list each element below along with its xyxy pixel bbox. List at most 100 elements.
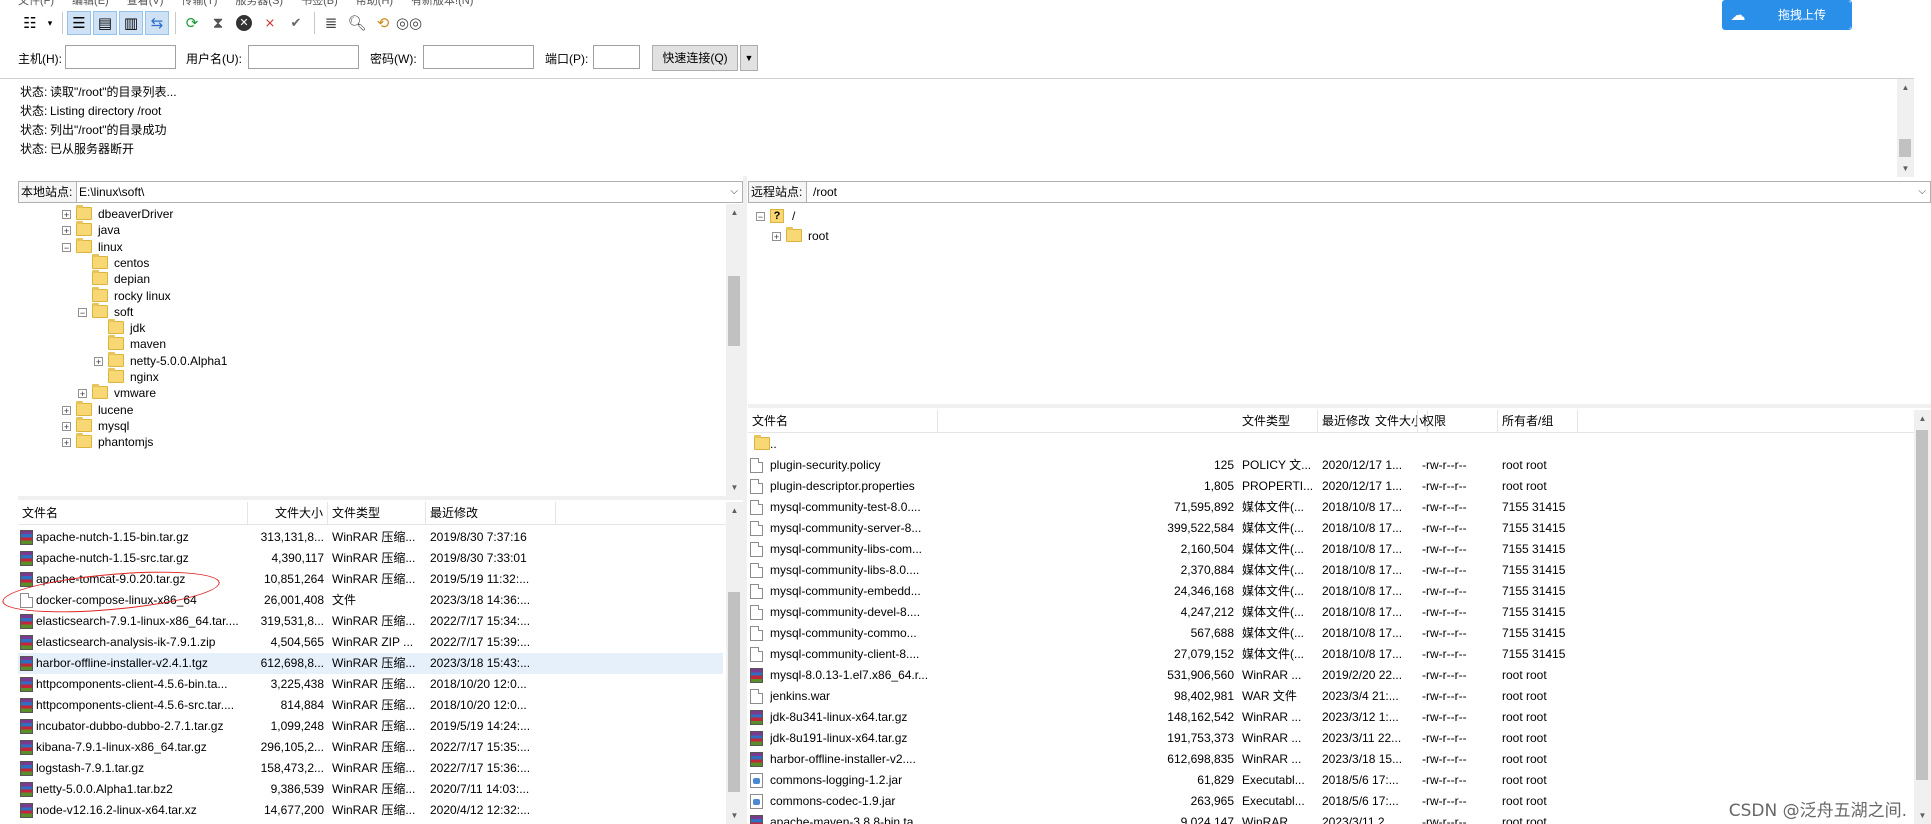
local-directory-tree[interactable]: ▲ ▼ + dbeaverDriver + java − linux centos depia… — [18, 204, 743, 496]
expand-icon[interactable]: + — [78, 389, 87, 399]
log-scrollbar[interactable]: ▲ ▼ — [1897, 79, 1914, 177]
site-manager-icon[interactable]: ☷ — [18, 11, 42, 35]
scroll-down-icon[interactable]: ▼ — [726, 479, 743, 496]
filter-icon[interactable]: ⧗ — [206, 11, 230, 35]
file-row[interactable]: elasticsearch-analysis-ik-7.9.1.zip 4,504… — [18, 632, 723, 653]
col-filetype[interactable]: 文件类型 — [328, 502, 426, 524]
file-row[interactable]: commons-logging-1.2.jar 61,829 Executabl..… — [748, 770, 1911, 791]
sync-browse-icon[interactable]: ⟲ — [371, 11, 395, 35]
local-tree-scrollbar[interactable]: ▲ ▼ — [726, 204, 743, 496]
disconnect-icon[interactable]: ⨯ — [258, 11, 282, 35]
scroll-thumb[interactable] — [728, 276, 740, 346]
menu-item[interactable]: 文件(F) — [18, 0, 54, 7]
col-modified[interactable]: 最近修改 — [426, 502, 556, 524]
file-row[interactable]: mysql-community-server-8... 399,522,584 媒体… — [748, 518, 1911, 539]
remote-splitter[interactable] — [748, 404, 1931, 408]
file-row[interactable]: plugin-security.policy 125 POLICY 文... 2020… — [748, 455, 1911, 476]
dropdown-arrow-icon[interactable]: ▾ — [44, 11, 56, 35]
file-row[interactable]: mysql-community-commo... 567,688 媒体文件(... 2… — [748, 623, 1911, 644]
col-filetype[interactable]: 文件类型 — [1238, 410, 1318, 432]
file-row[interactable]: mysql-community-devel-8.... 4,247,212 媒体文件… — [748, 602, 1911, 623]
username-input[interactable] — [248, 45, 359, 69]
reconnect-icon[interactable]: ✔ — [284, 11, 308, 35]
file-row[interactable]: mysql-community-libs-com... 2,160,504 媒体文件… — [748, 539, 1911, 560]
file-row[interactable]: harbor-offline-installer-v2.... 612,698,8… — [748, 749, 1911, 770]
compare-icon[interactable]: ≣ — [319, 11, 343, 35]
file-row[interactable]: apache-nutch-1.15-bin.tar.gz 313,131,8...… — [18, 527, 723, 548]
col-filesize[interactable]: 文件大小 — [248, 502, 328, 524]
tree-node[interactable]: + phantomjs — [18, 432, 578, 452]
file-row[interactable]: mysql-community-client-8.... 27,079,152 媒体… — [748, 644, 1911, 665]
collapse-icon[interactable]: − — [78, 307, 87, 317]
expand-icon[interactable]: + — [62, 210, 71, 220]
host-input[interactable] — [65, 45, 176, 69]
file-row[interactable]: .. — [748, 434, 1911, 455]
search-icon[interactable]: 🔍︎ — [345, 11, 369, 35]
scroll-down-icon[interactable]: ▼ — [1914, 807, 1931, 824]
find-files-icon[interactable]: ◎◎ — [396, 11, 422, 35]
toggle-remote-tree-icon[interactable]: ▥ — [119, 11, 143, 35]
chevron-down-icon[interactable]: ⌵ — [1918, 182, 1926, 202]
scroll-down-icon[interactable]: ▼ — [1897, 160, 1914, 177]
col-permissions[interactable]: 权限 — [1418, 410, 1498, 432]
remote-site-path[interactable]: /root — [813, 182, 837, 202]
col-filename[interactable]: 文件名 — [748, 410, 938, 432]
remote-files-scrollbar[interactable]: ▲ ▼ — [1914, 410, 1931, 824]
port-input[interactable] — [593, 45, 640, 69]
file-row[interactable]: harbor-offline-installer-v2.4.1.tgz 612,6… — [18, 653, 723, 674]
scroll-up-icon[interactable]: ▲ — [726, 204, 743, 221]
toggle-queue-icon[interactable]: ⇆ — [145, 11, 169, 35]
file-row[interactable]: apache-tomcat-9.0.20.tar.gz 10,851,264 Win… — [18, 569, 723, 590]
remote-file-list[interactable]: 文件名 文件大小 文件类型 最近修改 权限 所有者/组 ▲ ▼ .. plugin… — [748, 410, 1931, 824]
password-input[interactable] — [423, 45, 534, 69]
col-owner[interactable]: 所有者/组 — [1498, 410, 1578, 432]
file-row[interactable]: elasticsearch-7.9.1-linux-x86_64.tar....… — [18, 611, 723, 632]
file-row[interactable]: mysql-community-libs-8.0.... 2,370,884 媒体文… — [748, 560, 1911, 581]
expand-icon[interactable]: + — [94, 356, 103, 366]
menu-item[interactable]: 编辑(E) — [72, 0, 109, 7]
file-row[interactable]: jenkins.war 98,402,981 WAR 文件 2023/3/4 21:.… — [748, 686, 1911, 707]
file-row[interactable]: httpcomponents-client-4.5.6-src.tar.... 8… — [18, 695, 723, 716]
scroll-thumb[interactable] — [1899, 139, 1911, 157]
scroll-up-icon[interactable]: ▲ — [1897, 79, 1914, 96]
file-row[interactable]: mysql-community-embedd... 24,346,168 媒体文件(… — [748, 581, 1911, 602]
refresh-icon[interactable]: ⟳ — [180, 11, 204, 35]
file-row[interactable]: jdk-8u341-linux-x64.tar.gz 148,162,542 Win… — [748, 707, 1911, 728]
remote-directory-tree[interactable]: −? / + root — [748, 204, 1931, 404]
file-row[interactable]: node-v12.16.2-linux-x64.tar.xz 14,677,200… — [18, 800, 723, 821]
local-files-scrollbar[interactable]: ▲ ▼ — [726, 502, 743, 824]
col-filename[interactable]: 文件名 — [18, 502, 248, 524]
menu-item[interactable]: 有新版本!(N) — [411, 0, 473, 7]
scroll-down-icon[interactable]: ▼ — [726, 807, 743, 824]
tree-node[interactable]: −? / — [748, 206, 1308, 226]
file-row[interactable]: docker-compose-linux-x86_64 26,001,408 文件 2… — [18, 590, 723, 611]
scroll-thumb[interactable] — [1916, 430, 1928, 780]
expand-icon[interactable]: + — [62, 226, 71, 236]
file-row[interactable]: netty-5.0.0.Alpha1.tar.bz2 9,386,539 WinRA… — [18, 779, 723, 800]
chevron-down-icon[interactable]: ⌵ — [730, 182, 738, 202]
quickconnect-history-dropdown[interactable]: ▼ — [740, 45, 758, 71]
collapse-icon[interactable]: − — [62, 242, 71, 252]
expand-icon[interactable]: + — [62, 438, 71, 448]
file-row[interactable]: jdk-8u191-linux-x64.tar.gz 191,753,373 Win… — [748, 728, 1911, 749]
menu-item[interactable]: 查看(V) — [127, 0, 164, 7]
collapse-icon[interactable]: − — [756, 212, 765, 222]
menu-item[interactable]: 帮助(H) — [356, 0, 393, 7]
scroll-up-icon[interactable]: ▲ — [1914, 410, 1931, 427]
tree-node[interactable]: + root — [748, 226, 1308, 246]
expand-icon[interactable]: + — [62, 405, 71, 415]
local-site-path[interactable]: E:\linux\soft\ — [79, 182, 144, 202]
quickconnect-button[interactable]: 快速连接(Q) — [652, 45, 738, 71]
toggle-local-tree-icon[interactable]: ▤ — [93, 11, 117, 35]
local-splitter[interactable] — [18, 496, 743, 500]
file-row[interactable]: incubator-dubbo-dubbo-2.7.1.tar.gz 1,099,… — [18, 716, 723, 737]
menu-item[interactable]: 书签(B) — [301, 0, 338, 7]
file-row[interactable]: apache-nutch-1.15-src.tar.gz 4,390,117 Win… — [18, 548, 723, 569]
upload-widget[interactable]: ☁ 拖拽上传 — [1722, 0, 1852, 30]
file-row[interactable]: kibana-7.9.1-linux-x86_64.tar.gz 296,105,… — [18, 737, 723, 758]
scroll-thumb[interactable] — [728, 592, 740, 792]
menu-item[interactable]: 服务器(S) — [235, 0, 283, 7]
col-modified[interactable]: 最近修改 — [1318, 410, 1418, 432]
expand-icon[interactable]: + — [62, 421, 71, 431]
scroll-up-icon[interactable]: ▲ — [726, 502, 743, 519]
